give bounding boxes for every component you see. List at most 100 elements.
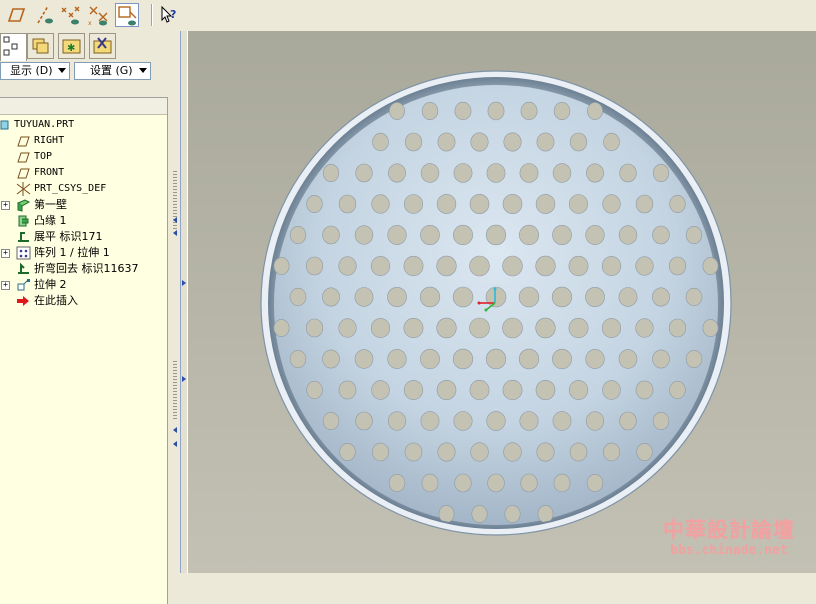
perforation-hole (652, 287, 670, 307)
perforation-hole (568, 317, 589, 339)
expand-icon[interactable]: + (1, 281, 10, 290)
tree-item-unbend[interactable]: 展平 标识171 (0, 229, 168, 245)
point-display-icon[interactable] (59, 3, 83, 27)
datum-plane-display-icon[interactable] (4, 3, 28, 27)
perforation-hole (420, 163, 440, 183)
panel-splitter[interactable] (168, 31, 180, 573)
collapse-left-icon[interactable] (173, 230, 177, 236)
collapse-left-icon[interactable] (173, 217, 177, 223)
perforated-dome-model[interactable] (188, 31, 816, 573)
perforation-hole (452, 348, 474, 370)
perforation-hole (485, 224, 507, 246)
perforation-hole (487, 101, 505, 121)
perforation-hole (504, 505, 521, 523)
tree-item-first-wall[interactable]: + 第一壁 (0, 197, 168, 213)
perforation-hole (436, 379, 457, 400)
perforation-hole (568, 194, 588, 214)
perforation-hole (519, 411, 539, 431)
perforation-hole (685, 287, 703, 307)
perforation-hole (518, 286, 540, 308)
perforation-hole (404, 194, 424, 214)
perforation-hole (635, 318, 654, 338)
perforation-hole (322, 225, 340, 245)
csys-display-icon[interactable]: x (87, 3, 111, 27)
tree-item-label: 拉伸 2 (34, 278, 67, 291)
tree-item-label: PRT_CSYS_DEF (34, 183, 107, 194)
perforation-hole (372, 132, 389, 152)
perforation-hole (585, 349, 605, 369)
tools-tab[interactable] (89, 33, 116, 59)
tree-item-part[interactable]: TUYUAN.PRT (0, 117, 168, 133)
tree-item-insert-here[interactable]: 在此插入 (0, 293, 168, 309)
perforation-hole (535, 194, 556, 214)
perforation-hole (502, 255, 523, 277)
tree-item-csys[interactable]: PRT_CSYS_DEF (0, 181, 168, 197)
model-tree-header (0, 98, 167, 115)
tree-item-label: 第一壁 (34, 198, 67, 211)
collapse-left-icon[interactable] (173, 441, 177, 447)
annotation-display-icon[interactable] (115, 3, 139, 27)
perforation-hole (389, 102, 405, 120)
perforation-hole (420, 411, 440, 431)
perforation-hole (669, 380, 686, 400)
perforation-hole (338, 256, 357, 276)
perforation-hole (618, 287, 638, 307)
datum-plane-icon (16, 166, 31, 180)
perforation-hole (618, 349, 638, 369)
perforation-hole (387, 349, 407, 369)
expand-right-icon[interactable] (182, 280, 186, 286)
perforation-hole (421, 102, 439, 121)
perforation-hole (403, 317, 424, 339)
tree-item-top[interactable]: TOP (0, 149, 168, 165)
perforation-hole (322, 164, 340, 183)
tree-item-bend-back[interactable]: 折弯回去 标识11637 (0, 261, 168, 277)
tree-item-flange[interactable]: 凸缘 1 (0, 213, 168, 229)
perforation-hole (387, 411, 407, 431)
perforation-hole (486, 411, 506, 431)
svg-text:✱: ✱ (67, 43, 75, 54)
bend-back-icon (16, 262, 31, 276)
perforation-hole (306, 195, 323, 214)
tree-item-front[interactable]: FRONT (0, 165, 168, 181)
expand-icon[interactable]: + (1, 201, 10, 210)
tree-item-pattern[interactable]: + 阵列 1 / 拉伸 1 (0, 245, 168, 261)
tree-item-extrude-2[interactable]: + 拉伸 2 (0, 277, 168, 293)
perforation-hole (602, 442, 620, 462)
collapse-left-icon[interactable] (173, 427, 177, 433)
perforation-hole (669, 195, 686, 214)
tree-item-right[interactable]: RIGHT (0, 133, 168, 149)
show-menu-button[interactable]: 显示 (D) (0, 62, 70, 80)
splitter-grip (173, 361, 177, 421)
favorites-tab[interactable]: ✱ (58, 33, 85, 59)
perforation-hole (551, 286, 573, 308)
context-help-icon[interactable]: ? (157, 3, 181, 27)
perforation-hole (469, 194, 490, 215)
perforation-hole (636, 442, 653, 461)
model-tree-tab[interactable] (0, 33, 27, 61)
perforation-hole (470, 132, 489, 152)
datum-plane-icon (16, 150, 31, 164)
perforation-hole (502, 379, 523, 401)
perforation-hole (619, 163, 637, 183)
graphics-window[interactable]: 中華設計論壇 bbs.chinade.net (188, 31, 816, 573)
perforation-hole (437, 442, 456, 462)
perforation-hole (536, 132, 555, 152)
expand-right-icon[interactable] (182, 376, 186, 382)
perforation-hole (372, 442, 390, 462)
perforation-hole (306, 380, 323, 400)
layer-tree-tab[interactable] (27, 33, 54, 59)
perforation-hole (619, 411, 637, 431)
perforation-hole (453, 411, 473, 431)
perforation-hole (535, 379, 556, 400)
graphics-splitter[interactable] (180, 31, 188, 573)
datum-axis-display-icon[interactable] (32, 3, 56, 27)
perforation-hole (322, 349, 340, 369)
perforation-hole (355, 163, 373, 183)
settings-menu-button[interactable]: 设置 (G) (74, 62, 151, 80)
perforation-hole (420, 225, 440, 246)
expand-icon[interactable]: + (1, 249, 10, 258)
perforation-hole (305, 256, 324, 276)
perforation-hole (338, 380, 357, 400)
perforation-hole (486, 163, 506, 183)
perforation-hole (371, 380, 390, 400)
